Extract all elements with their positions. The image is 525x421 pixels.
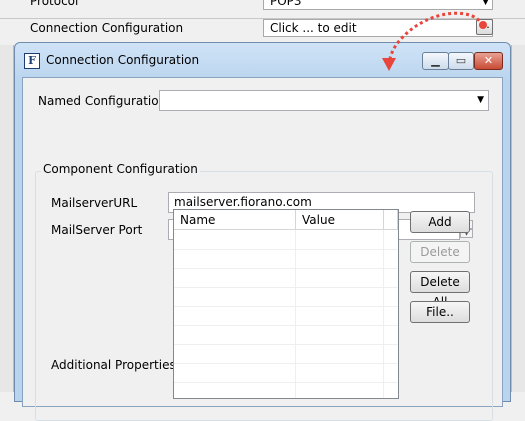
maximize-button[interactable]: ▭ — [448, 52, 474, 70]
connection-configuration-dialog: F Connection Configuration ▁ ▭ ✕ Named C… — [14, 42, 511, 421]
connection-configuration-row: Connection Configuration Click ... to ed… — [0, 19, 525, 38]
close-icon: ✕ — [483, 54, 494, 67]
right-background-strip — [511, 45, 525, 392]
table-row — [174, 287, 398, 288]
minimize-icon: ▁ — [431, 54, 440, 67]
table-header-value[interactable]: Value — [296, 210, 384, 230]
table-header-name[interactable]: Name — [174, 210, 296, 230]
table-row — [174, 325, 398, 326]
dialog-content: Named Configuration ▼ Component Configur… — [22, 77, 503, 421]
component-configuration-label: Component Configuration — [41, 162, 200, 176]
named-configuration-combobox[interactable]: ▼ — [159, 90, 489, 111]
close-button[interactable]: ✕ — [474, 52, 503, 70]
table-row — [174, 268, 398, 269]
connection-configuration-label: Connection Configuration — [30, 21, 184, 35]
table-row — [174, 363, 398, 364]
file-button[interactable]: File.. — [410, 301, 470, 323]
connection-configuration-value-field[interactable]: Click ... to edit — [263, 19, 493, 37]
delete-all-button[interactable]: Delete All — [410, 271, 470, 309]
dialog-title: Connection Configuration — [46, 53, 200, 67]
minimize-button[interactable]: ▁ — [422, 52, 449, 70]
app-icon: F — [24, 53, 40, 69]
table-column-divider — [295, 230, 296, 398]
combo-arrow-icon: ▼ — [477, 95, 484, 105]
delete-button[interactable]: Delete — [410, 241, 470, 263]
connection-configuration-value: Click ... to edit — [270, 21, 357, 35]
protocol-combobox[interactable]: POP3 ▼ — [263, 0, 493, 10]
table-row — [174, 344, 398, 345]
additional-properties-label: Additional Properties — [51, 358, 176, 372]
table-row — [174, 306, 398, 307]
protocol-value: POP3 — [270, 0, 302, 8]
named-configuration-label: Named Configuration — [38, 94, 167, 108]
add-button[interactable]: Add — [410, 211, 470, 233]
maximize-icon: ▭ — [455, 54, 467, 67]
combo-arrow-icon: ▼ — [482, 0, 489, 7]
ellipsis-button[interactable]: ... — [476, 19, 493, 35]
table-row — [174, 249, 398, 250]
table-row — [174, 382, 398, 383]
table-header-spacer — [384, 210, 398, 230]
table-column-divider — [383, 230, 384, 398]
mailserver-url-value: mailserver.fiorano.com — [174, 195, 312, 209]
left-background-strip — [0, 45, 14, 392]
property-sheet: Protocol POP3 ▼ Connection Configuration… — [0, 0, 525, 45]
protocol-label: Protocol — [30, 0, 79, 8]
dialog-titlebar[interactable]: F Connection Configuration ▁ ▭ ✕ — [15, 43, 510, 77]
protocol-row: Protocol POP3 ▼ — [0, 0, 525, 11]
mailserver-url-label: MailserverURL — [51, 196, 138, 210]
additional-properties-table[interactable]: Name Value — [173, 209, 399, 399]
mailserver-port-label: MailServer Port — [51, 223, 143, 237]
